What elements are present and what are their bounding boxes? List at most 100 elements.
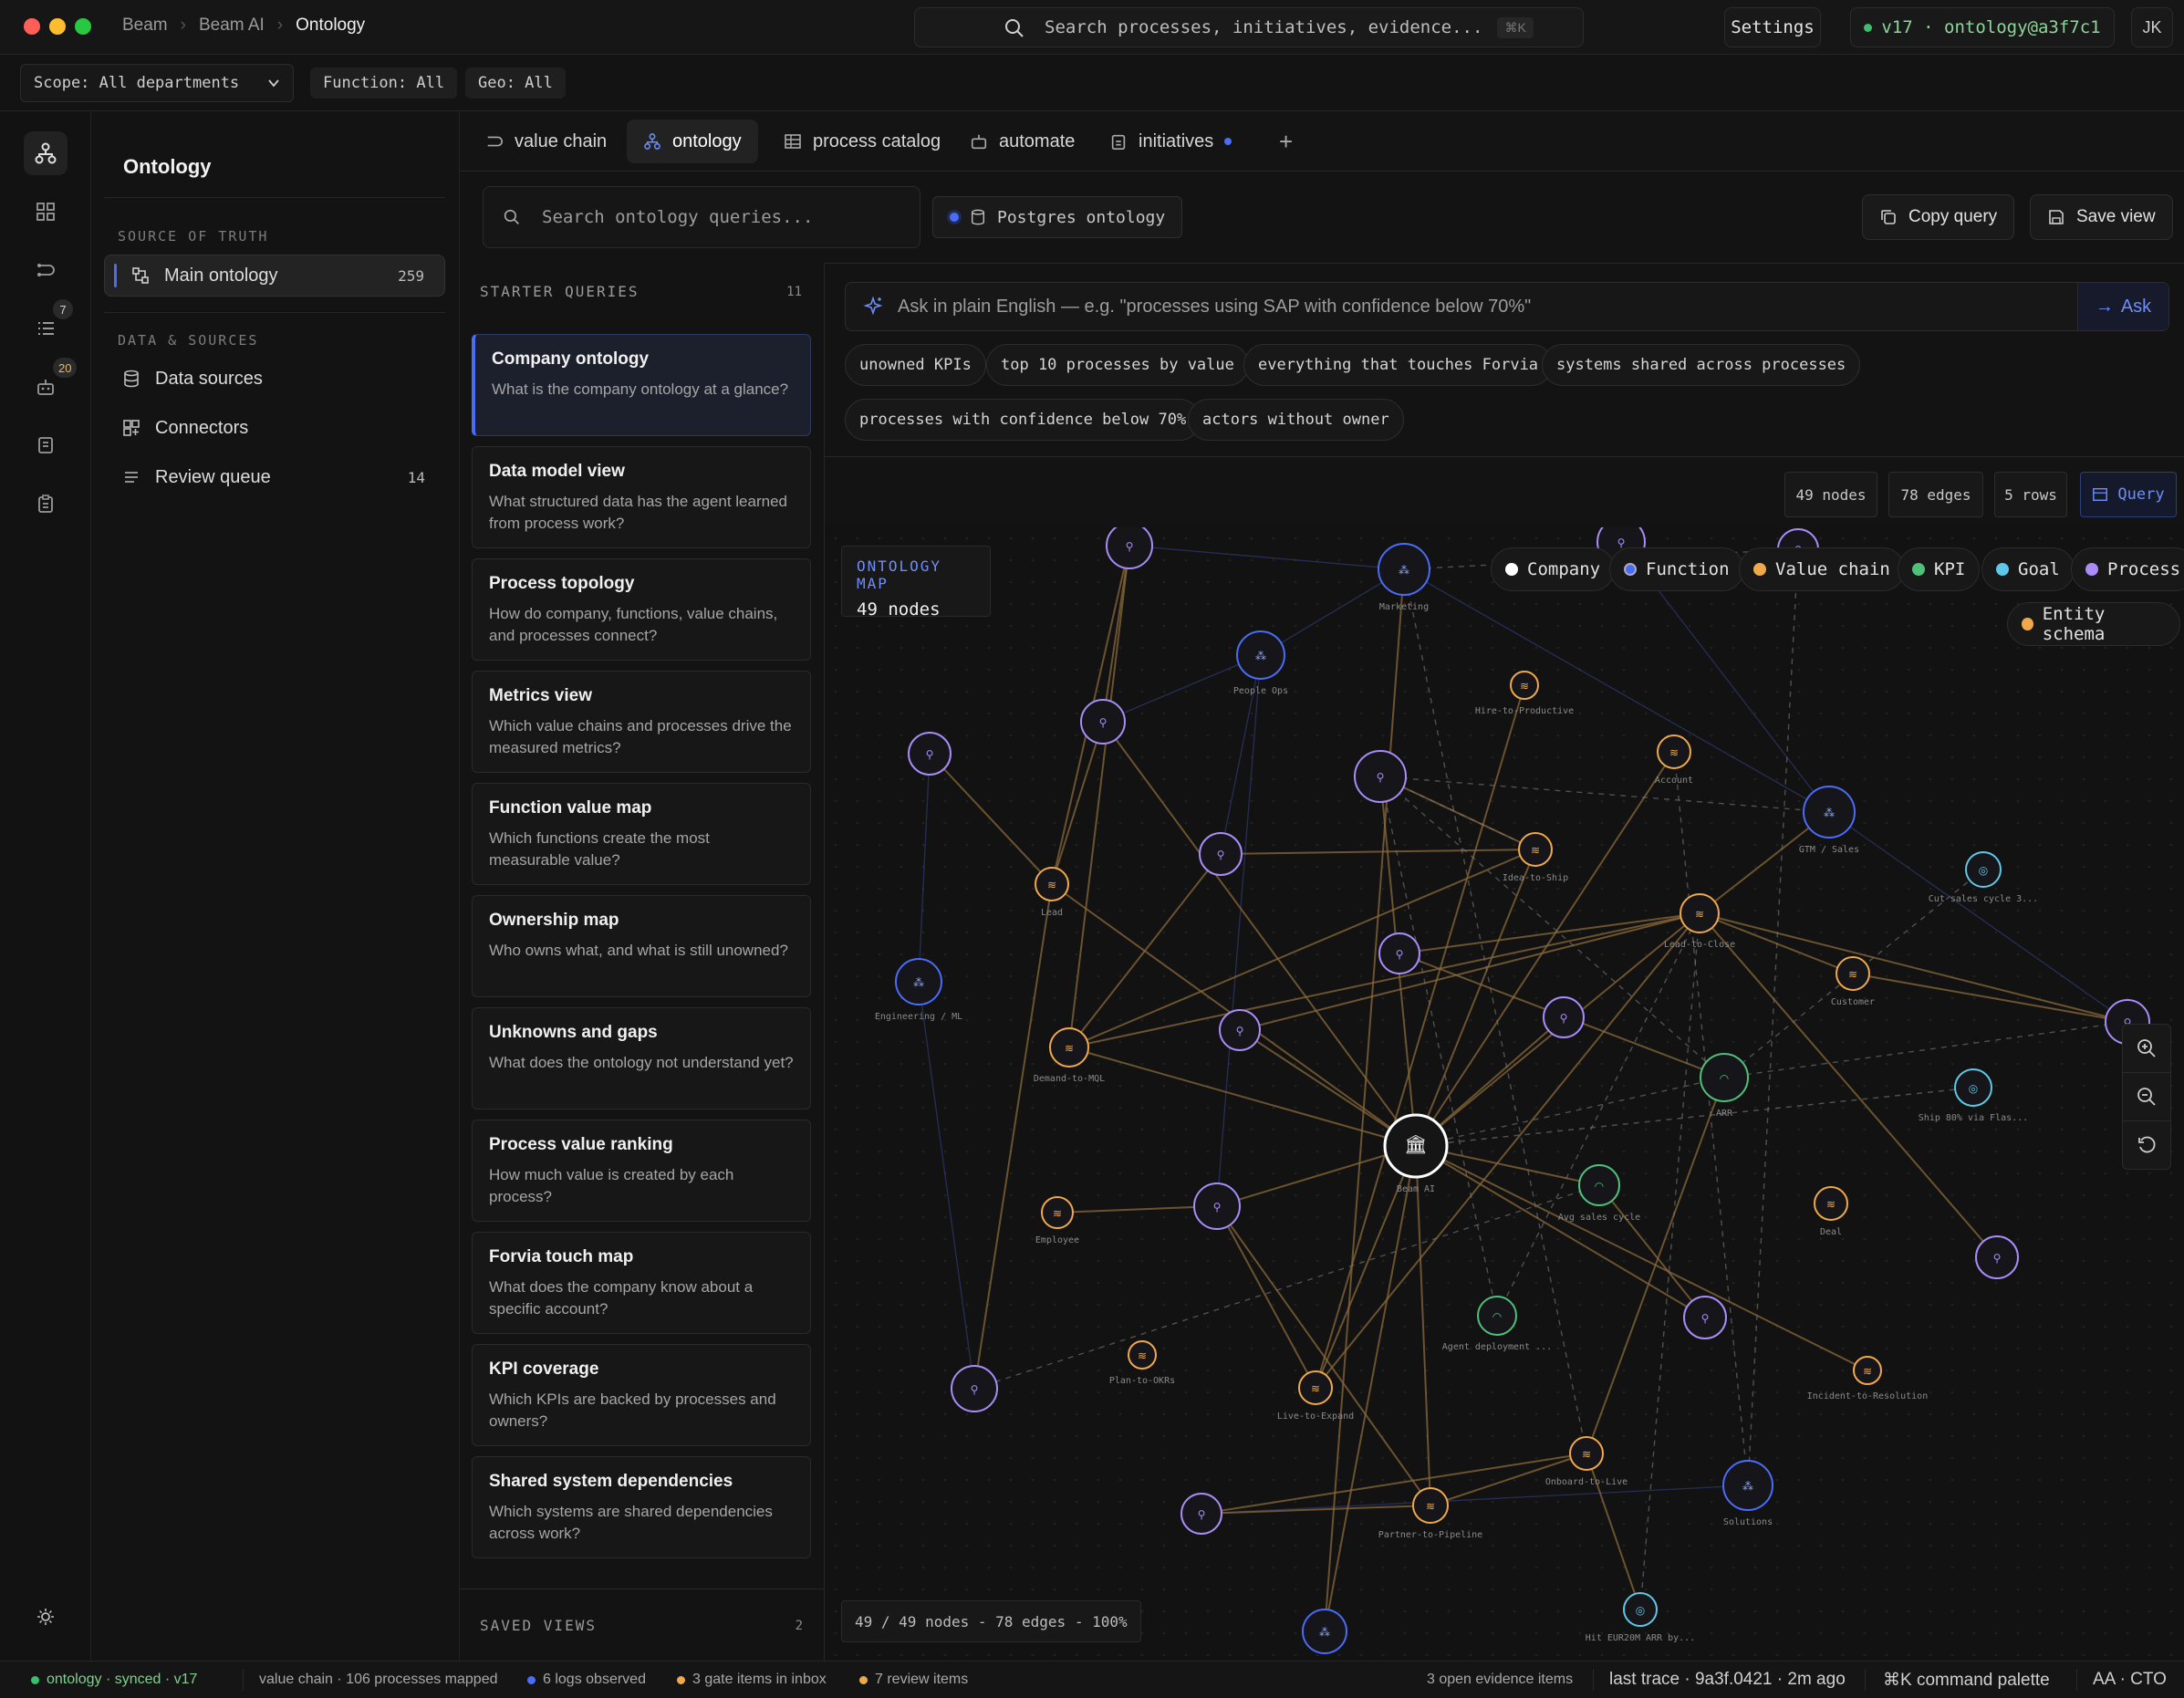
rail-docs-button[interactable] — [24, 423, 68, 467]
rail-ontology-button[interactable] — [24, 131, 68, 175]
suggestion-chip[interactable]: unowned KPIs — [845, 344, 986, 386]
command-palette-button[interactable]: ⌘K command palette — [1883, 1662, 2050, 1698]
ontology-graph-canvas[interactable]: 🏛 Beam AI ⁂ Marketing ⁂ People Ops ⁂ GTM / Sale… — [825, 527, 2184, 1661]
graph-node-partner[interactable]: ≋ Partner-to-Pipeline — [1378, 1487, 1482, 1540]
rail-workflow-button[interactable] — [24, 248, 68, 292]
suggestion-chip[interactable]: everything that touches Forvia — [1243, 344, 1554, 386]
starter-query-card[interactable]: Company ontology What is the company onto… — [472, 334, 811, 436]
rail-dashboard-button[interactable] — [24, 190, 68, 234]
graph-node-p12[interactable]: ⚲ — [1683, 1296, 1727, 1339]
trace-status[interactable]: last trace · 9a3f.0421 · 2m ago — [1609, 1662, 1846, 1698]
graph-node-p7[interactable]: ⚲ — [1199, 832, 1243, 876]
legend-company[interactable]: Company — [1491, 547, 1616, 591]
graph-node-eng[interactable]: ⁂ Engineering / ML — [875, 958, 962, 1022]
user-role[interactable]: AA · CTO — [2093, 1662, 2167, 1698]
tab-value-chain[interactable]: value chain — [469, 120, 623, 163]
graph-node-plan[interactable]: ≋ Plan-to-OKRs — [1109, 1340, 1175, 1386]
tab-automate[interactable]: automate — [953, 120, 1091, 163]
save-view-button[interactable]: Save view — [2030, 194, 2173, 240]
graph-node-idea[interactable]: ≋ Idea-to-Ship — [1503, 832, 1568, 883]
graph-node-avg[interactable]: ◠ Avg sales cycle — [1558, 1164, 1640, 1223]
settings-button[interactable]: Settings — [1724, 7, 1821, 47]
starter-query-card[interactable]: Process topology How do company, function… — [472, 558, 811, 661]
graph-node-p5[interactable]: ⚲ — [1080, 699, 1126, 745]
suggestion-chip[interactable]: actors without owner — [1188, 399, 1404, 441]
gates-status[interactable]: 3 gate items in inbox — [677, 1662, 827, 1698]
graph-node-p14[interactable]: ⚲ — [951, 1365, 998, 1412]
graph-node-p11[interactable]: ⚲ — [1193, 1182, 1241, 1230]
evidence-status[interactable]: 3 open evidence items — [1427, 1662, 1573, 1698]
graph-node-func_bottom[interactable]: ⁂ — [1302, 1609, 1347, 1654]
starter-query-card[interactable]: KPI coverage Which KPIs are backed by pro… — [472, 1344, 811, 1446]
graph-node-solutions[interactable]: ⁂ Solutions — [1722, 1460, 1773, 1527]
graph-node-gtm[interactable]: ⁂ GTM / Sales — [1799, 786, 1859, 855]
avatar[interactable]: JK — [2131, 7, 2173, 47]
legend-goal[interactable]: Goal — [1981, 547, 2075, 591]
graph-node-p4[interactable]: ⚲ — [908, 732, 952, 776]
add-tab-button[interactable]: + — [1263, 120, 1309, 163]
close-window-button[interactable] — [24, 18, 40, 35]
graph-node-p6[interactable]: ⚲ — [1354, 750, 1407, 803]
geo-filter[interactable]: Geo: All — [465, 68, 566, 99]
ontology-query-search-input[interactable]: Search ontology queries... — [483, 186, 920, 248]
suggestion-chip[interactable]: systems shared across processes — [1542, 344, 1861, 386]
graph-node-beam[interactable]: 🏛 Beam AI — [1383, 1113, 1449, 1194]
sidebar-item-connectors[interactable]: Connectors — [104, 407, 445, 449]
graph-node-account[interactable]: ≋ Account — [1655, 734, 1693, 786]
rail-clipboard-button[interactable] — [24, 482, 68, 526]
ask-button[interactable]: → Ask — [2077, 283, 2168, 330]
reviews-status[interactable]: 7 review items — [859, 1662, 968, 1698]
reset-view-button[interactable] — [2122, 1120, 2171, 1170]
breadcrumb-item[interactable]: Beam — [122, 16, 168, 36]
minimize-window-button[interactable] — [49, 18, 66, 35]
sidebar-item-review-queue[interactable]: Review queue 14 — [104, 456, 445, 498]
suggestion-chip[interactable]: top 10 processes by value — [986, 344, 1249, 386]
theme-toggle-button[interactable] — [24, 1595, 68, 1639]
starter-query-card[interactable]: Process value ranking How much value is c… — [472, 1120, 811, 1222]
natural-language-query-input[interactable]: Ask in plain English — e.g. "processes u… — [845, 282, 2169, 331]
scope-dropdown[interactable]: Scope: All departments — [20, 64, 294, 102]
zoom-in-button[interactable] — [2122, 1024, 2171, 1073]
source-selector[interactable]: Postgres ontology — [932, 196, 1183, 238]
starter-query-card[interactable]: Data model view What structured data has … — [472, 446, 811, 548]
graph-node-l2c[interactable]: ≋ Lead-to-Close — [1664, 893, 1735, 950]
query-view-button[interactable]: Query — [2080, 472, 2177, 517]
starter-query-card[interactable]: Shared system dependencies Which systems … — [472, 1456, 811, 1558]
ontology-graph[interactable]: 🏛 Beam AI ⁂ Marketing ⁂ People Ops ⁂ GTM / Sale… — [825, 527, 2184, 1661]
graph-node-incident[interactable]: ≋ Incident-to-Resolution — [1807, 1356, 1928, 1401]
zoom-out-button[interactable] — [2122, 1072, 2171, 1121]
starter-query-card[interactable]: Metrics view Which value chains and proce… — [472, 671, 811, 773]
starter-query-card[interactable]: Forvia touch map What does the company kn… — [472, 1232, 811, 1334]
legend-entity-schema[interactable]: Entity schema — [2007, 602, 2180, 646]
function-filter[interactable]: Function: All — [310, 68, 458, 99]
graph-node-p10[interactable]: ⚲ — [1543, 996, 1585, 1038]
graph-node-p8[interactable]: ⚲ — [1378, 932, 1420, 974]
maximize-window-button[interactable] — [75, 18, 91, 35]
graph-node-hit[interactable]: ◎ Hit EUR20M ARR by... — [1586, 1592, 1695, 1643]
starter-query-card[interactable]: Function value map Which functions create… — [472, 783, 811, 885]
graph-node-people[interactable]: ⁂ People Ops — [1233, 630, 1288, 696]
breadcrumb-item[interactable]: Beam AI — [199, 16, 265, 36]
sidebar-item-main-ontology[interactable]: Main ontology 259 — [104, 255, 445, 297]
starter-query-card[interactable]: Ownership map Who owns what, and what is … — [472, 895, 811, 997]
sync-status[interactable]: ontology · synced · v17 — [31, 1662, 197, 1698]
legend-function[interactable]: Function — [1609, 547, 1744, 591]
graph-node-p13[interactable]: ⚲ — [1975, 1235, 2019, 1279]
suggestion-chip[interactable]: processes with confidence below 70% — [845, 399, 1201, 441]
graph-node-hire[interactable]: ≋ Hire-to-Productive — [1475, 671, 1574, 716]
saved-views-section[interactable]: SAVED VIEWS 2 — [460, 1589, 824, 1661]
graph-node-p15[interactable]: ⚲ — [1180, 1493, 1222, 1535]
tab-process-catalog[interactable]: process catalog — [767, 120, 957, 163]
graph-node-marketing[interactable]: ⁂ Marketing — [1378, 543, 1430, 612]
graph-node-employee[interactable]: ≋ Employee — [1035, 1196, 1079, 1245]
graph-node-p9[interactable]: ⚲ — [1219, 1009, 1261, 1051]
graph-node-ship[interactable]: ◎ Ship 80% via Flas... — [1919, 1068, 2028, 1123]
legend-kpi[interactable]: KPI — [1898, 547, 1981, 591]
tab-initiatives[interactable]: initiatives — [1093, 120, 1248, 163]
version-badge[interactable]: v17 · ontology@a3f7c1 — [1850, 7, 2115, 47]
graph-node-p1[interactable]: ⚲ — [1106, 527, 1153, 569]
logs-status[interactable]: 6 logs observed — [527, 1662, 646, 1698]
starter-query-card[interactable]: Unknowns and gaps What does the ontology … — [472, 1007, 811, 1109]
graph-node-cut[interactable]: ◎ Cut sales cycle 3... — [1929, 851, 2038, 904]
copy-query-button[interactable]: Copy query — [1862, 194, 2015, 240]
